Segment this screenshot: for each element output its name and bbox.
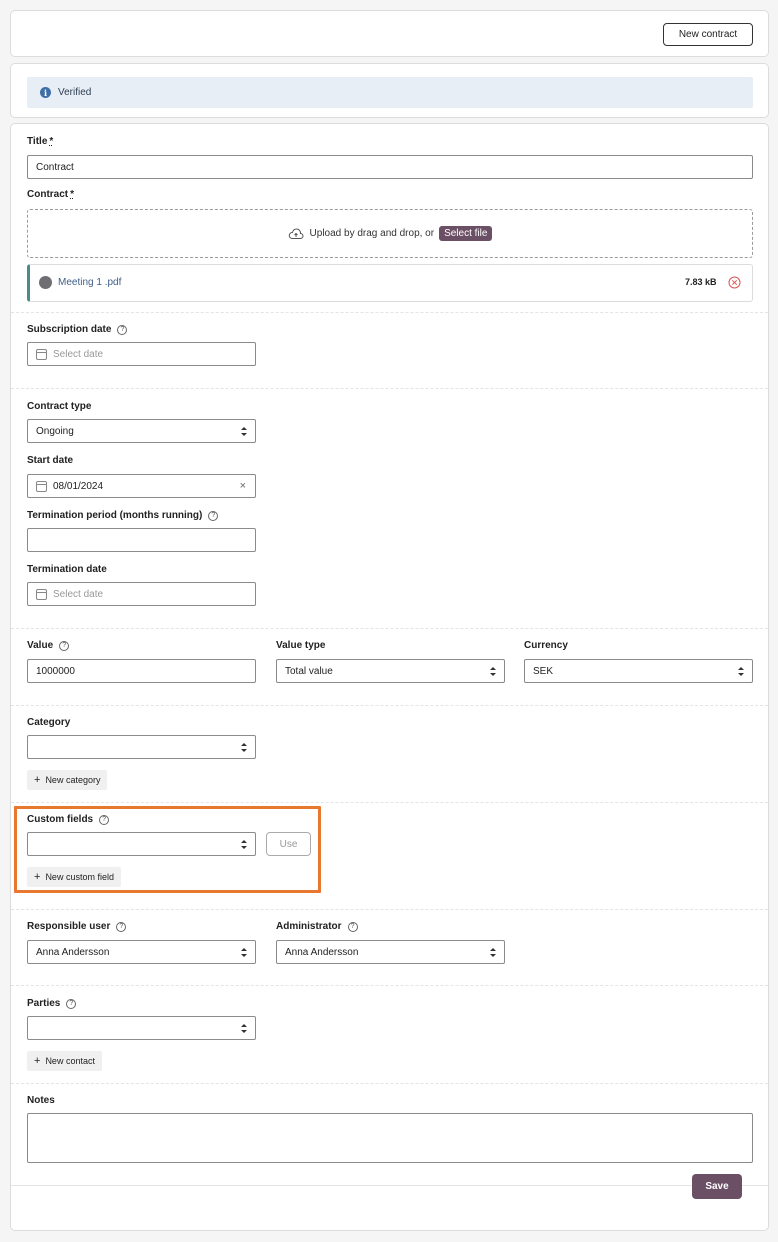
category-select[interactable] bbox=[27, 735, 256, 759]
select-arrow-icon bbox=[241, 743, 247, 753]
new-contract-button[interactable]: New contract bbox=[663, 23, 753, 46]
help-icon[interactable]: ? bbox=[117, 324, 128, 335]
contract-form: Title * Contract Contract * Upload by drag… bbox=[10, 123, 769, 1231]
header-card: New contract bbox=[10, 10, 769, 57]
divider bbox=[11, 388, 768, 389]
remove-file-icon[interactable] bbox=[728, 276, 741, 289]
notes-label: Notes bbox=[27, 1095, 55, 1106]
value-type-select[interactable]: Total value bbox=[276, 659, 505, 683]
start-date-input[interactable]: 08/01/2024 × bbox=[27, 474, 256, 498]
calendar-icon bbox=[36, 588, 47, 600]
administrator-select[interactable]: Anna Andersson bbox=[276, 940, 505, 964]
help-icon[interactable]: ? bbox=[208, 510, 219, 521]
upload-dropzone[interactable]: Upload by drag and drop, or Select file bbox=[27, 209, 753, 258]
currency-label: Currency bbox=[524, 640, 568, 651]
responsible-user-select[interactable]: Anna Andersson bbox=[27, 940, 256, 964]
value-input[interactable]: 1000000 bbox=[27, 659, 256, 683]
status-text: Verified bbox=[58, 87, 92, 98]
divider bbox=[11, 705, 768, 706]
calendar-icon bbox=[36, 348, 47, 360]
help-icon[interactable]: ? bbox=[59, 640, 70, 651]
select-arrow-icon bbox=[241, 1024, 247, 1034]
help-icon[interactable]: ? bbox=[347, 921, 358, 932]
termination-date-label: Termination date bbox=[27, 564, 107, 575]
divider bbox=[11, 628, 768, 629]
plus-icon: + bbox=[34, 774, 41, 786]
select-arrow-icon bbox=[241, 948, 247, 958]
cloud-upload-icon bbox=[288, 228, 304, 239]
new-category-button[interactable]: + New category bbox=[27, 770, 108, 790]
divider bbox=[11, 802, 768, 803]
clear-date-icon[interactable]: × bbox=[240, 480, 246, 492]
calendar-icon bbox=[36, 480, 47, 492]
title-label: Title * bbox=[27, 136, 54, 147]
file-status-icon bbox=[39, 276, 52, 289]
select-arrow-icon bbox=[241, 427, 247, 437]
divider bbox=[11, 1083, 768, 1084]
status-card: i Verified bbox=[10, 63, 769, 118]
category-label: Category bbox=[27, 717, 71, 728]
parties-label: Parties ? bbox=[27, 998, 77, 1009]
select-arrow-icon bbox=[738, 667, 744, 677]
termination-period-label: Termination period (months running) ? bbox=[27, 510, 219, 521]
help-icon[interactable]: ? bbox=[116, 921, 127, 932]
info-icon: i bbox=[40, 87, 51, 98]
verified-alert: i Verified bbox=[27, 77, 753, 108]
file-size: 7.83 kB bbox=[685, 277, 717, 287]
termination-date-input[interactable]: Select date bbox=[27, 582, 256, 606]
select-arrow-icon bbox=[490, 667, 496, 677]
subscription-date-input[interactable]: Select date bbox=[27, 342, 256, 366]
currency-select[interactable]: SEK bbox=[524, 659, 753, 683]
parties-select[interactable] bbox=[27, 1016, 256, 1040]
help-icon[interactable]: ? bbox=[66, 998, 77, 1009]
file-name-link[interactable]: Meeting 1 .pdf bbox=[58, 277, 121, 288]
subscription-date-label: Subscription date ? bbox=[27, 324, 128, 335]
value-type-label: Value type bbox=[276, 640, 326, 651]
upload-text: Upload by drag and drop, or bbox=[309, 228, 435, 239]
responsible-user-label: Responsible user ? bbox=[27, 921, 127, 932]
contract-type-label: Contract type bbox=[27, 401, 92, 412]
select-file-button[interactable]: Select file bbox=[439, 226, 493, 241]
plus-icon: + bbox=[34, 1055, 41, 1067]
title-input[interactable]: Contract bbox=[27, 155, 753, 179]
custom-fields-highlight bbox=[14, 806, 321, 893]
footer-divider bbox=[11, 1185, 768, 1186]
start-date-label: Start date bbox=[27, 455, 74, 466]
save-button[interactable]: Save bbox=[692, 1174, 742, 1199]
uploaded-file: Meeting 1 .pdf 7.83 kB bbox=[27, 264, 753, 302]
divider bbox=[11, 985, 768, 986]
select-arrow-icon bbox=[490, 948, 496, 958]
administrator-label: Administrator ? bbox=[276, 921, 358, 932]
contract-type-select[interactable]: Ongoing bbox=[27, 419, 256, 443]
value-label: Value ? bbox=[27, 640, 70, 651]
contract-label: Contract * bbox=[27, 189, 75, 200]
termination-period-input[interactable] bbox=[27, 528, 256, 552]
new-contact-button[interactable]: + New contact bbox=[27, 1051, 102, 1071]
notes-textarea[interactable] bbox=[27, 1113, 753, 1163]
divider bbox=[11, 909, 768, 910]
divider bbox=[11, 312, 768, 313]
